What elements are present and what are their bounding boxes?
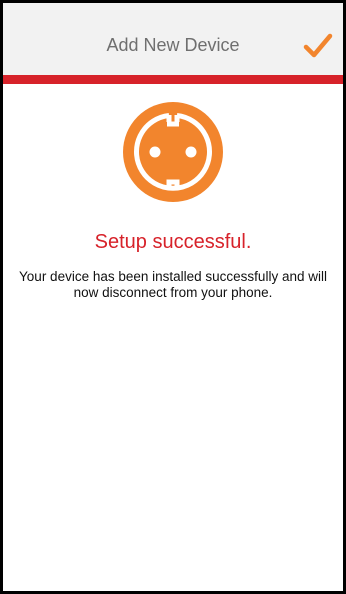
setup-status-title: Setup successful. [94,231,252,253]
app-screen: Add New Device Setup successful. Your de… [0,0,346,594]
header-accent-bar [3,75,343,84]
setup-status-message: Your device has been installed successfu… [19,269,327,300]
power-socket-icon [123,102,223,202]
checkmark-icon [303,33,333,58]
top-app-bar: Add New Device [3,3,343,75]
confirm-button[interactable] [301,29,335,63]
page-title: Add New Device [106,35,240,55]
